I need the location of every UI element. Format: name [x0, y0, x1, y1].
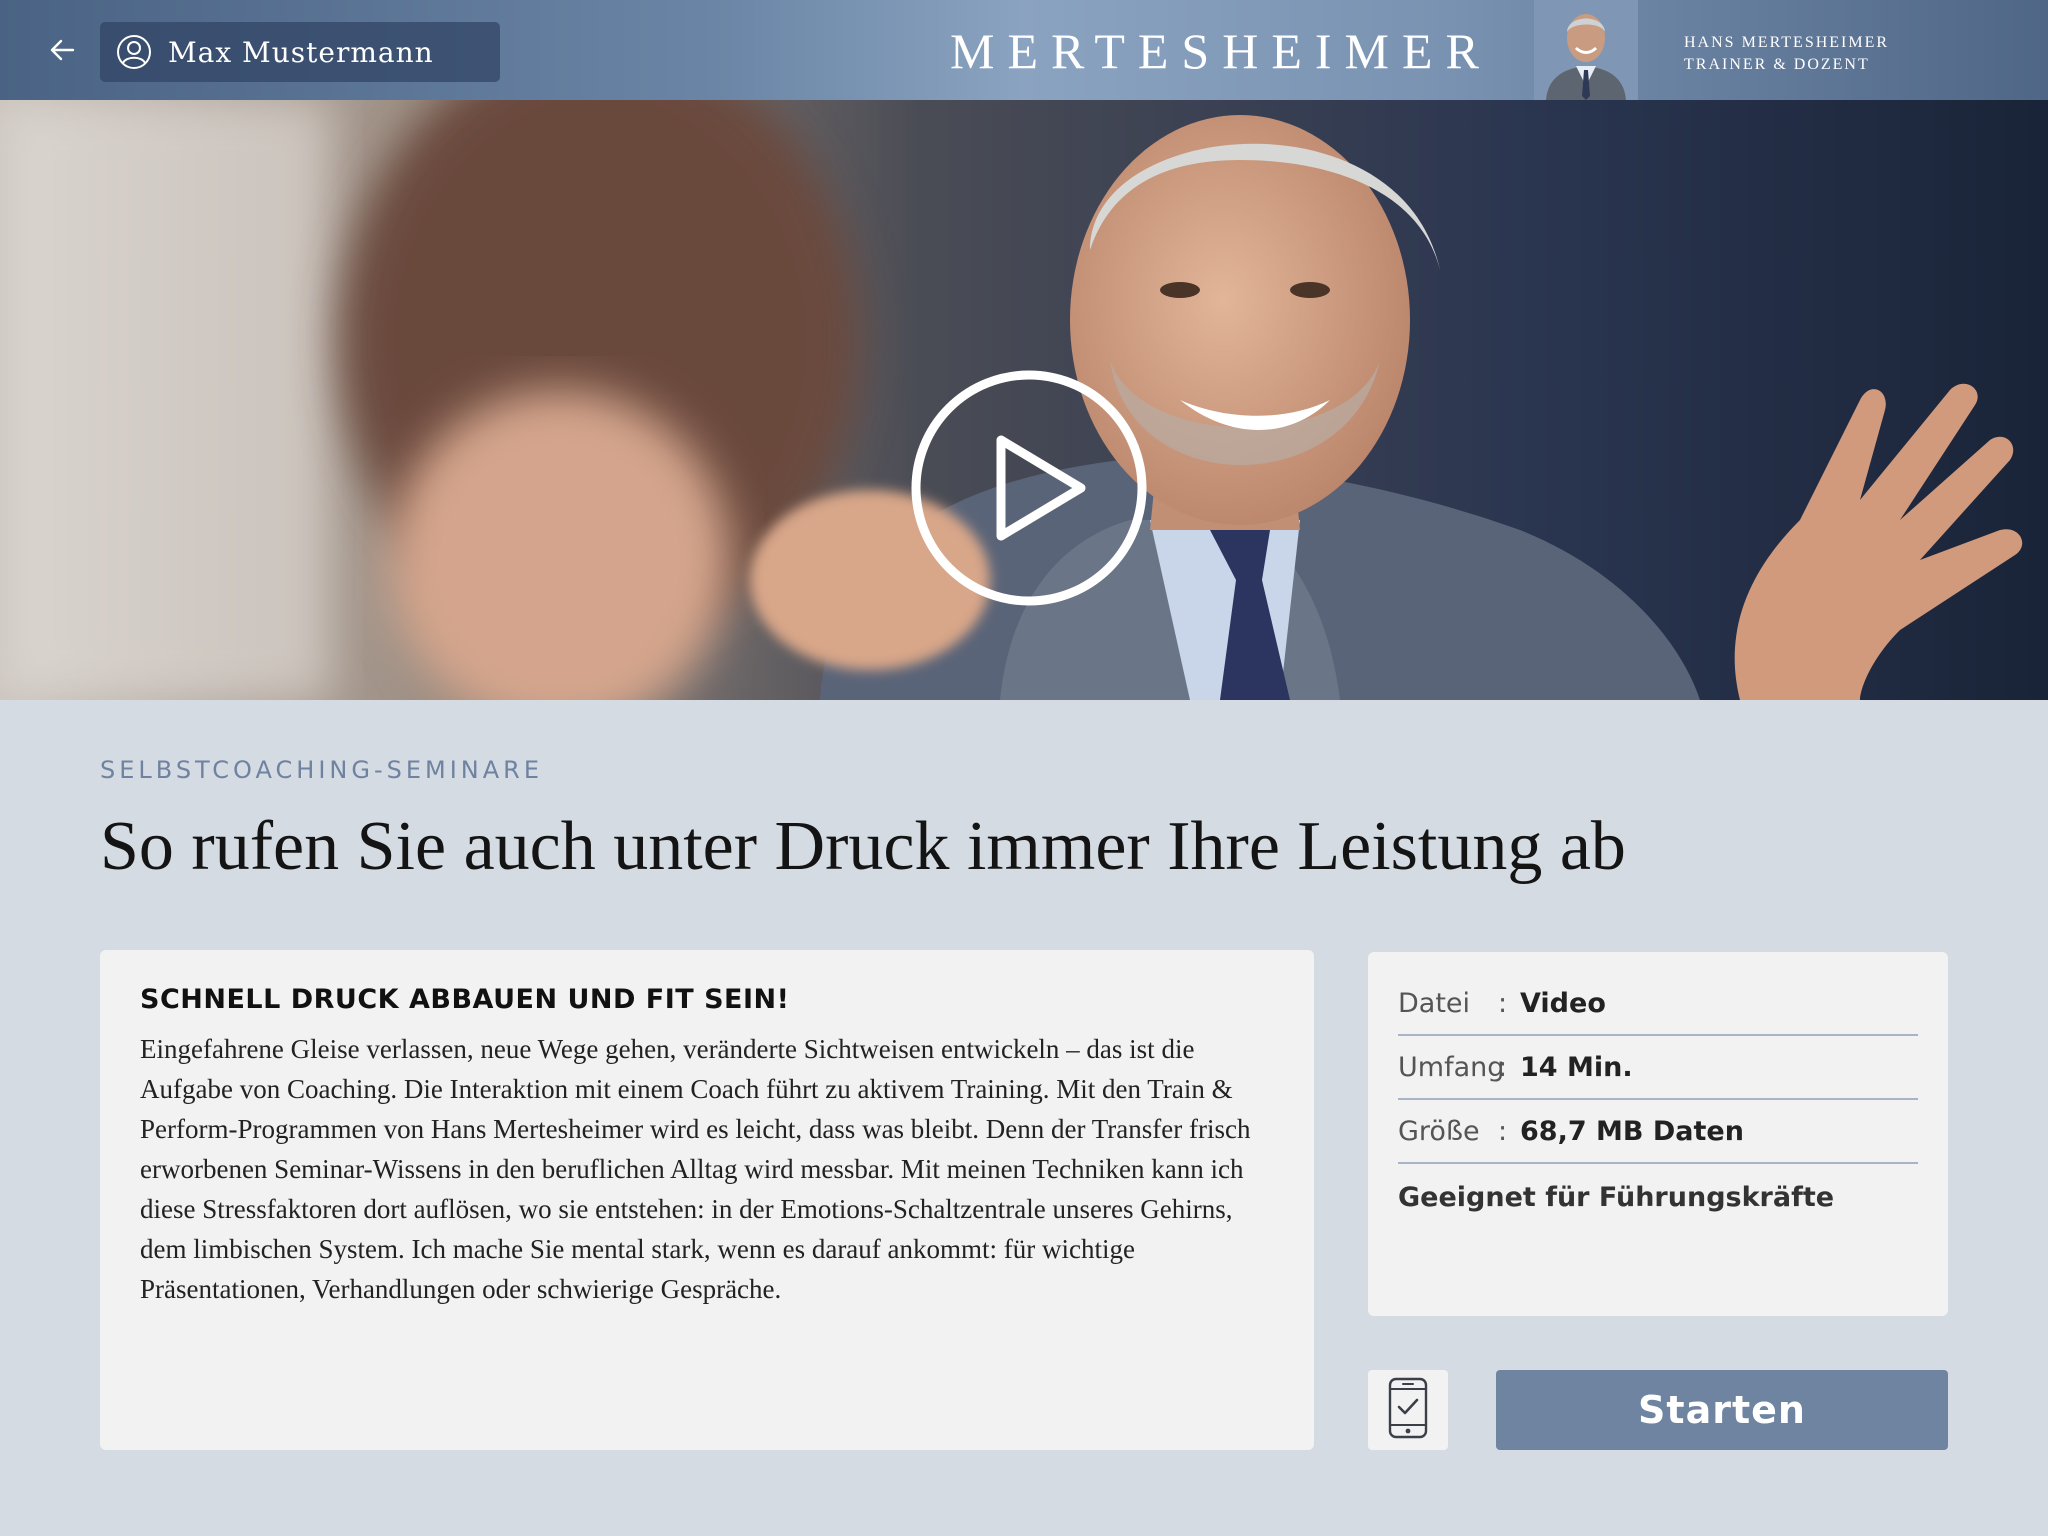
- play-icon: [909, 370, 1149, 612]
- phone-check-icon: [1386, 1377, 1430, 1443]
- detail-value: 68,7 MB Daten: [1520, 1115, 1744, 1147]
- detail-separator: :: [1498, 987, 1508, 1019]
- user-profile-button[interactable]: Max Mustermann: [100, 22, 500, 82]
- detail-label: Umfang: [1398, 1051, 1505, 1083]
- detail-value: 14 Min.: [1520, 1051, 1633, 1083]
- seminar-category: SELBSTCOACHING-SEMINARE: [100, 756, 544, 784]
- details-card: Datei : Video Umfang : 14 Min. Größe : 6…: [1368, 952, 1948, 1316]
- detail-row-duration: Umfang : 14 Min.: [1398, 1036, 1918, 1100]
- brand-logo: MERTESHEIMER: [950, 23, 1492, 79]
- page-title: So rufen Sie auch unter Druck immer Ihre…: [100, 808, 1626, 885]
- detail-value: Video: [1520, 987, 1606, 1019]
- trainer-avatar: [1534, 0, 1638, 100]
- user-icon: [116, 34, 152, 70]
- detail-separator: :: [1498, 1115, 1508, 1147]
- description-heading: SCHNELL DRUCK ABBAUEN UND FIT SEIN!: [140, 984, 790, 1015]
- description-card: SCHNELL DRUCK ABBAUEN UND FIT SEIN! Eing…: [100, 950, 1314, 1450]
- play-button[interactable]: [909, 368, 1149, 608]
- detail-separator: :: [1498, 1051, 1508, 1083]
- trainer-role: TRAINER & DOZENT: [1684, 56, 1870, 73]
- detail-label: Größe: [1398, 1115, 1480, 1147]
- detail-label: Datei: [1398, 987, 1471, 1019]
- top-bar: Max Mustermann MERTESHEIMER HANS MERTESH…: [0, 0, 2048, 100]
- target-audience-note: Geeignet für Führungskräfte: [1398, 1182, 1835, 1213]
- trainer-name: HANS MERTESHEIMER: [1684, 34, 1890, 51]
- start-button[interactable]: Starten: [1496, 1370, 1948, 1450]
- description-text: Eingefahrene Gleise verlassen, neue Wege…: [140, 1034, 1251, 1304]
- back-arrow-icon: [47, 35, 77, 69]
- device-check-button[interactable]: [1368, 1370, 1448, 1450]
- trainer-info: HANS MERTESHEIMER TRAINER & DOZENT: [1684, 32, 1889, 76]
- detail-row-file: Datei : Video: [1398, 972, 1918, 1036]
- user-name: Max Mustermann: [168, 35, 434, 69]
- detail-row-size: Größe : 68,7 MB Daten: [1398, 1100, 1918, 1164]
- hero-video-image[interactable]: [0, 100, 2048, 700]
- back-button[interactable]: [40, 30, 84, 74]
